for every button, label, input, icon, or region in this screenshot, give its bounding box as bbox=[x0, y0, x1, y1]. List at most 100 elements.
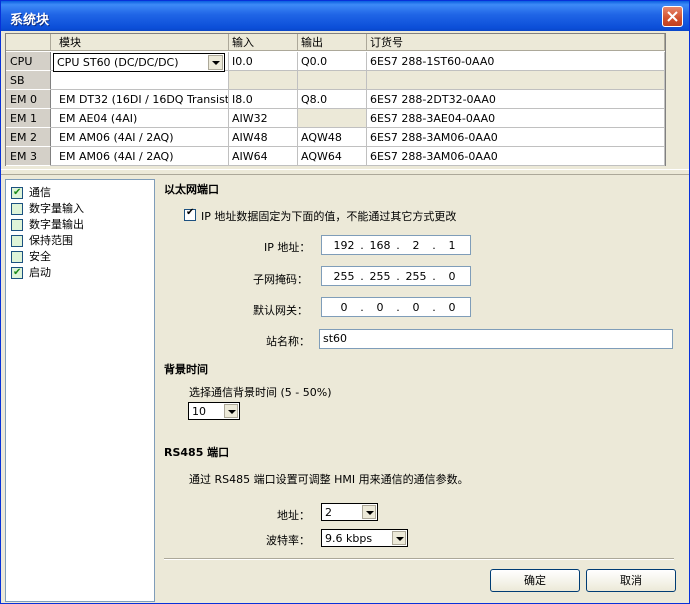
window-title: 系统块 bbox=[10, 13, 50, 28]
row-header-sb[interactable]: SB bbox=[6, 71, 51, 90]
subnet-mask-label: 子网掩码： bbox=[253, 273, 308, 286]
baud-rate-value: 9.6 kbps bbox=[325, 532, 373, 545]
table-cell-input[interactable]: AIW48 bbox=[229, 128, 298, 147]
mask-octet[interactable]: 0 bbox=[438, 270, 466, 283]
table-cell-output[interactable] bbox=[298, 71, 367, 90]
mask-dot: . bbox=[360, 270, 364, 283]
tree-item-label: 数字量输出 bbox=[29, 218, 84, 231]
table-cell-module[interactable] bbox=[51, 71, 229, 90]
ip-octet[interactable]: 168 bbox=[366, 239, 394, 252]
table-cell-input[interactable]: I0.0 bbox=[229, 52, 298, 71]
rs485-description: 通过 RS485 端口设置可调整 HMI 用来通信的通信参数。 bbox=[189, 473, 469, 486]
system-block-dialog: 系统块 模块 输入 输出 订货号 CPU CPU ST60 (DC/DC/DC)… bbox=[0, 0, 690, 604]
chevron-down-icon[interactable] bbox=[362, 505, 376, 519]
module-table: 模块 输入 输出 订货号 CPU CPU ST60 (DC/DC/DC) I0.… bbox=[5, 33, 666, 166]
baud-rate-select[interactable]: 9.6 kbps bbox=[321, 529, 408, 547]
background-time-label: 选择通信背景时间 (5 - 50%) bbox=[189, 386, 332, 399]
table-cell-module[interactable]: EM AE04 (4AI) bbox=[51, 109, 229, 128]
chevron-down-icon[interactable] bbox=[224, 404, 238, 418]
gateway-octet[interactable]: 0 bbox=[366, 301, 394, 314]
gateway-octet[interactable]: 0 bbox=[402, 301, 430, 314]
ip-octet[interactable]: 1 bbox=[438, 239, 466, 252]
close-icon bbox=[667, 11, 678, 22]
check-icon bbox=[11, 265, 23, 281]
subnet-mask-field[interactable]: 255 . 255 . 255 . 0 bbox=[321, 266, 471, 286]
mask-octet[interactable]: 255 bbox=[402, 270, 430, 283]
column-header-input[interactable]: 输入 bbox=[229, 34, 298, 51]
background-time-select[interactable]: 10 bbox=[188, 402, 240, 420]
node-icon bbox=[11, 203, 23, 215]
table-cell-order[interactable]: 6ES7 288-3AM06-0AA0 bbox=[367, 147, 665, 166]
tree-item-label: 保持范围 bbox=[29, 234, 73, 247]
table-cell-output[interactable] bbox=[298, 109, 367, 128]
row-header-em3[interactable]: EM 3 bbox=[6, 147, 51, 166]
tree-item-label: 通信 bbox=[29, 186, 51, 199]
row-header-cpu[interactable]: CPU bbox=[6, 52, 51, 71]
row-header-em0[interactable]: EM 0 bbox=[6, 90, 51, 109]
check-icon bbox=[11, 185, 23, 201]
node-icon bbox=[11, 251, 23, 263]
gateway-field[interactable]: 0 . 0 . 0 . 0 bbox=[321, 297, 471, 317]
row-header-em2[interactable]: EM 2 bbox=[6, 128, 51, 147]
title-bar[interactable]: 系统块 bbox=[1, 1, 689, 31]
close-button[interactable] bbox=[662, 6, 683, 27]
table-cell-input[interactable]: AIW64 bbox=[229, 147, 298, 166]
fixed-ip-checkbox[interactable] bbox=[184, 207, 196, 221]
ip-address-label: IP 地址： bbox=[264, 241, 311, 254]
table-cell-order[interactable]: 6ES7 288-3AM06-0AA0 bbox=[367, 128, 665, 147]
cpu-module-select[interactable]: CPU ST60 (DC/DC/DC) bbox=[53, 53, 225, 72]
settings-tree: 通信 数字量输入 数字量输出 保持范围 安全 启动 bbox=[5, 179, 155, 602]
ip-dot: . bbox=[360, 239, 364, 252]
ok-button[interactable]: 确定 bbox=[490, 569, 580, 592]
node-icon bbox=[11, 219, 23, 231]
gateway-dot: . bbox=[360, 301, 364, 314]
baud-rate-label: 波特率： bbox=[266, 534, 310, 547]
table-cell-output[interactable]: Q8.0 bbox=[298, 90, 367, 109]
ip-address-field[interactable]: 192 . 168 . 2 . 1 bbox=[321, 235, 471, 255]
chevron-down-icon[interactable] bbox=[392, 531, 406, 545]
table-cell-output[interactable]: Q0.0 bbox=[298, 52, 367, 71]
chevron-down-icon[interactable] bbox=[208, 55, 223, 70]
table-cell-order[interactable]: 6ES7 288-2DT32-0AA0 bbox=[367, 90, 665, 109]
table-cell-module[interactable]: EM AM06 (4AI / 2AQ) bbox=[51, 128, 229, 147]
gateway-label: 默认网关： bbox=[253, 304, 308, 317]
ip-octet[interactable]: 192 bbox=[330, 239, 358, 252]
table-cell-order[interactable]: 6ES7 288-1ST60-0AA0 bbox=[367, 52, 665, 71]
ip-dot: . bbox=[396, 239, 400, 252]
tree-item-label: 启动 bbox=[29, 266, 51, 279]
column-header-module[interactable]: 模块 bbox=[51, 34, 229, 51]
column-header-order[interactable]: 订货号 bbox=[367, 34, 665, 51]
table-cell-order[interactable]: 6ES7 288-3AE04-0AA0 bbox=[367, 109, 665, 128]
row-header-em1[interactable]: EM 1 bbox=[6, 109, 51, 128]
gateway-dot: . bbox=[432, 301, 436, 314]
gateway-octet[interactable]: 0 bbox=[438, 301, 466, 314]
column-header-output[interactable]: 输出 bbox=[298, 34, 367, 51]
table-cell-order[interactable] bbox=[367, 71, 665, 90]
ip-dot: . bbox=[432, 239, 436, 252]
mask-octet[interactable]: 255 bbox=[330, 270, 358, 283]
table-cell-output[interactable]: AQW64 bbox=[298, 147, 367, 166]
fixed-ip-label: IP 地址数据固定为下面的值，不能通过其它方式更改 bbox=[201, 210, 457, 223]
station-name-input[interactable]: st60 bbox=[319, 329, 673, 349]
node-icon bbox=[11, 235, 23, 247]
mask-dot: . bbox=[396, 270, 400, 283]
table-cell-input[interactable] bbox=[229, 71, 298, 90]
table-cell-module[interactable]: EM AM06 (4AI / 2AQ) bbox=[51, 147, 229, 166]
divider bbox=[164, 558, 674, 560]
gateway-dot: . bbox=[396, 301, 400, 314]
mask-octet[interactable]: 255 bbox=[366, 270, 394, 283]
background-time-heading: 背景时间 bbox=[164, 363, 208, 376]
gateway-octet[interactable]: 0 bbox=[330, 301, 358, 314]
tree-item-label: 安全 bbox=[29, 250, 51, 263]
table-cell-input[interactable]: AIW32 bbox=[229, 109, 298, 128]
cancel-button[interactable]: 取消 bbox=[586, 569, 676, 592]
table-cell-output[interactable]: AQW48 bbox=[298, 128, 367, 147]
splitter[interactable] bbox=[1, 169, 689, 175]
address-value: 2 bbox=[325, 506, 332, 519]
address-select[interactable]: 2 bbox=[321, 503, 378, 521]
ip-octet[interactable]: 2 bbox=[402, 239, 430, 252]
table-cell-input[interactable]: I8.0 bbox=[229, 90, 298, 109]
table-cell-module[interactable]: EM DT32 (16DI / 16DQ Transistor) bbox=[51, 90, 229, 109]
cpu-module-value: CPU ST60 (DC/DC/DC) bbox=[57, 56, 179, 69]
corner-header bbox=[6, 34, 51, 51]
